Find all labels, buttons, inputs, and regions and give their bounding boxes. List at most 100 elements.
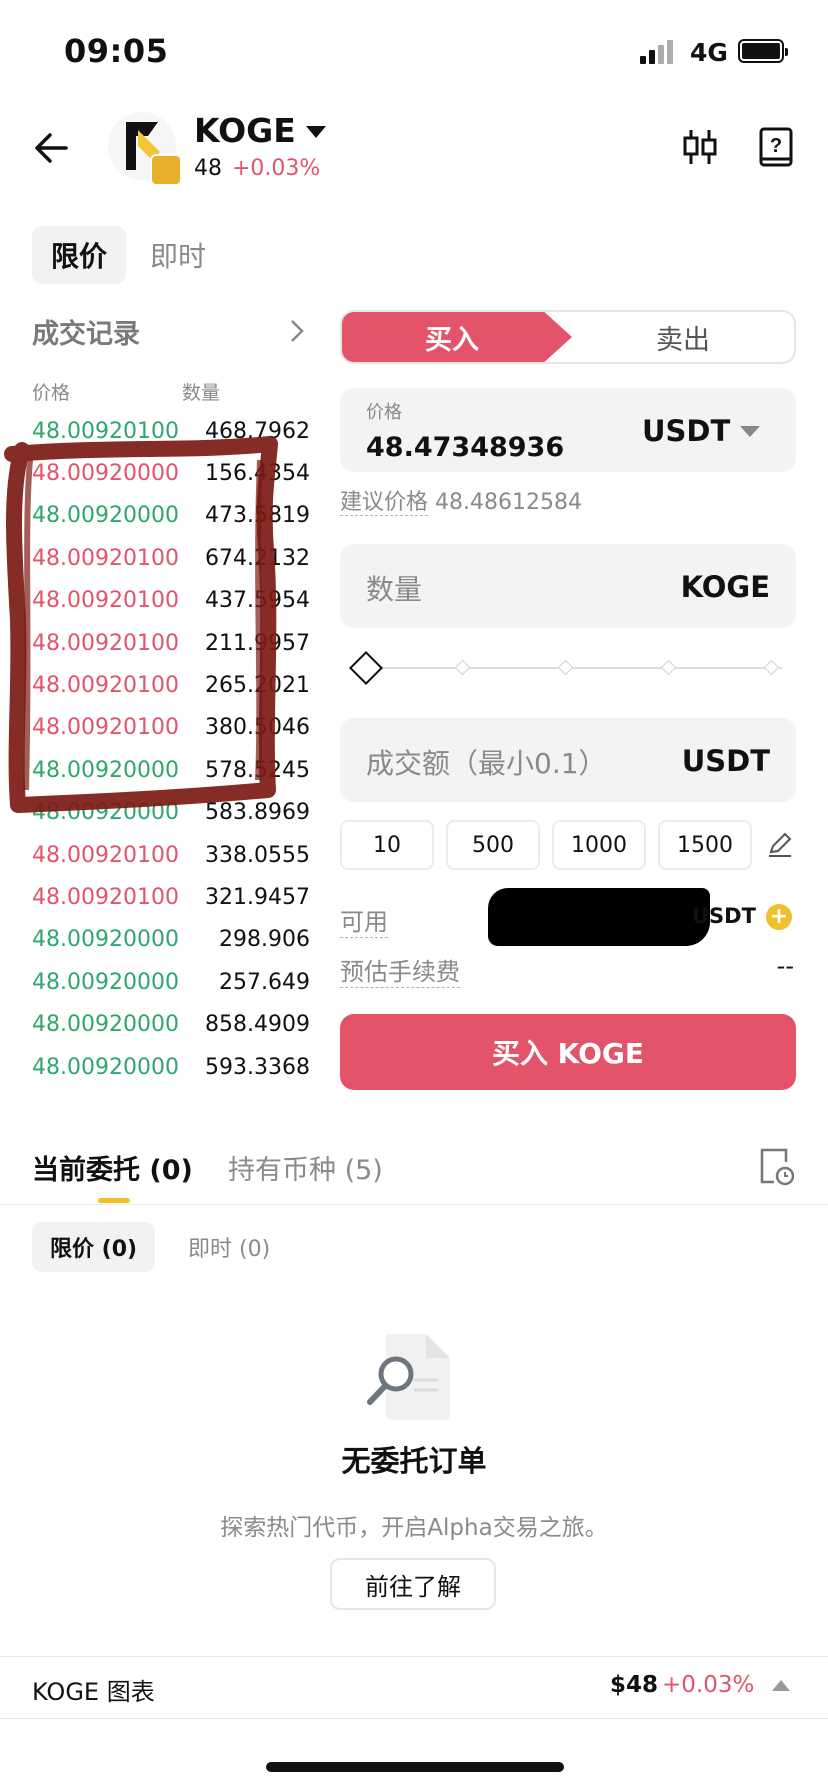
tab-current-orders[interactable]: 当前委托 (0) xyxy=(32,1148,193,1187)
amount-slider[interactable] xyxy=(349,651,786,685)
chart-bar-title[interactable]: KOGE 图表 xyxy=(32,1672,155,1707)
trade-price: 48.00920000 xyxy=(32,969,179,995)
price-field-value[interactable]: 48.47348936 xyxy=(366,432,564,463)
suggested-price[interactable]: 建议价格 48.48612584 xyxy=(340,484,582,516)
sell-tab[interactable]: 卖出 xyxy=(572,312,794,362)
trade-qty: 473.5819 xyxy=(205,503,310,529)
trade-row: 48.00920000 593.3368 xyxy=(32,1046,310,1088)
tab-holdings[interactable]: 持有币种 (5) xyxy=(228,1148,383,1187)
trade-row: 48.00920000 473.5819 xyxy=(32,495,310,537)
chevron-right-icon[interactable] xyxy=(288,318,306,344)
unit-dropdown-icon[interactable] xyxy=(740,426,760,437)
add-funds-icon[interactable]: + xyxy=(766,904,792,930)
empty-orders-description: 探索热门代币，开启Alpha交易之旅。 xyxy=(220,1515,608,1541)
trade-row: 48.00920100 321.9457 xyxy=(32,876,310,918)
suggested-price-value: 48.48612584 xyxy=(435,490,582,515)
trade-row: 48.00920100 211.9957 xyxy=(32,622,310,664)
token-dropdown-icon[interactable] xyxy=(306,126,326,138)
learn-more-button[interactable]: 前往了解 xyxy=(330,1558,496,1610)
trade-row: 48.00920000 583.8969 xyxy=(32,792,310,834)
trade-row: 48.00920000 257.649 xyxy=(32,961,310,1003)
tab-limit[interactable]: 限价 xyxy=(32,226,126,284)
token-price: 48 xyxy=(194,156,222,181)
slider-step-50[interactable] xyxy=(557,659,574,676)
preset-amounts: 10 500 1000 1500 xyxy=(340,820,796,870)
slider-step-100[interactable] xyxy=(763,659,780,676)
total-amount-placeholder: 成交额（最小0.1） xyxy=(366,747,607,780)
subtab-market-orders[interactable]: 即时 (0) xyxy=(188,1222,270,1272)
order-history-icon[interactable] xyxy=(758,1146,794,1186)
available-label: 可用 xyxy=(340,902,388,938)
trade-qty: 437.5954 xyxy=(205,588,310,614)
preset-amount-button[interactable]: 1500 xyxy=(658,820,752,870)
trade-qty: 578.5245 xyxy=(205,757,310,783)
trade-price: 48.00920000 xyxy=(32,461,179,487)
empty-search-document-icon xyxy=(367,1334,450,1420)
trade-row: 48.00920000 858.4909 xyxy=(32,1003,310,1045)
trade-price: 48.00920000 xyxy=(32,800,179,826)
trade-row: 48.00920000 156.4354 xyxy=(32,452,310,494)
trade-qty: 858.4909 xyxy=(205,1012,310,1038)
expand-up-icon[interactable] xyxy=(772,1680,790,1691)
help-book-icon[interactable]: ? xyxy=(758,126,794,168)
chart-bar-change: +0.03% xyxy=(662,1672,755,1698)
trade-price: 48.00920000 xyxy=(32,1012,179,1038)
quantity-unit: KOGE xyxy=(680,570,770,604)
slider-handle[interactable] xyxy=(349,651,383,685)
svg-text:?: ? xyxy=(770,135,782,157)
trade-price: 48.00920100 xyxy=(32,884,179,910)
trade-row: 48.00920100 380.5046 xyxy=(32,707,310,749)
trade-qty: 583.8969 xyxy=(205,800,310,826)
home-indicator[interactable] xyxy=(266,1762,564,1772)
trade-qty: 156.4354 xyxy=(205,461,310,487)
trade-price: 48.00920000 xyxy=(32,1054,179,1080)
tab-market[interactable]: 即时 xyxy=(150,226,206,284)
preset-amount-button[interactable]: 10 xyxy=(340,820,434,870)
trade-row: 48.00920100 265.2021 xyxy=(32,664,310,706)
trade-qty: 265.2021 xyxy=(205,673,310,699)
subtab-limit-orders[interactable]: 限价 (0) xyxy=(32,1222,156,1272)
trade-price: 48.00920100 xyxy=(32,545,179,571)
trade-qty: 338.0555 xyxy=(205,842,310,868)
trade-records-title[interactable]: 成交记录 xyxy=(32,312,140,351)
preset-amount-button[interactable]: 1000 xyxy=(552,820,646,870)
slider-track[interactable] xyxy=(372,667,782,669)
trade-price: 48.00920100 xyxy=(32,588,179,614)
preset-amount-button[interactable]: 500 xyxy=(446,820,540,870)
candlestick-icon[interactable] xyxy=(682,126,718,168)
quantity-input[interactable]: 数量 KOGE xyxy=(340,544,796,628)
empty-orders-title: 无委托订单 xyxy=(341,1444,487,1478)
trade-row: 48.00920000 578.5245 xyxy=(32,749,310,791)
buy-sell-toggle[interactable]: 买入 卖出 xyxy=(340,310,796,364)
trade-row: 48.00920100 674.2132 xyxy=(32,537,310,579)
price-unit[interactable]: USDT xyxy=(642,414,730,448)
trade-qty: 380.5046 xyxy=(205,715,310,741)
battery-icon xyxy=(738,39,788,63)
trade-price: 48.00920100 xyxy=(32,715,179,741)
trade-row: 48.00920100 338.0555 xyxy=(32,834,310,876)
token-name[interactable]: KOGE xyxy=(194,111,296,150)
trade-price: 48.00920100 xyxy=(32,418,179,444)
trade-qty: 674.2132 xyxy=(205,545,310,571)
trade-qty: 298.906 xyxy=(219,927,310,953)
buy-tab[interactable]: 买入 xyxy=(342,312,572,362)
price-input[interactable]: 价格 48.47348936 USDT xyxy=(340,388,796,472)
trade-qty: 321.9457 xyxy=(205,884,310,910)
trade-qty: 468.7962 xyxy=(205,418,310,444)
back-arrow-icon[interactable] xyxy=(30,126,74,170)
col-price-header: 价格 xyxy=(32,382,71,404)
edit-pencil-icon[interactable] xyxy=(766,830,794,858)
trade-price: 48.00920100 xyxy=(32,842,179,868)
slider-step-25[interactable] xyxy=(454,659,471,676)
trade-row: 48.00920100 468.7962 xyxy=(32,410,310,452)
chart-bar-price: $48 xyxy=(610,1672,659,1698)
buy-submit-button[interactable]: 买入 KOGE xyxy=(340,1014,796,1090)
active-tab-indicator xyxy=(98,1198,130,1203)
slider-step-75[interactable] xyxy=(660,659,677,676)
divider xyxy=(0,1718,828,1719)
total-amount-input[interactable]: 成交额（最小0.1） USDT xyxy=(340,718,796,802)
trade-price: 48.00920000 xyxy=(32,503,179,529)
token-change: +0.03% xyxy=(232,156,321,181)
trade-qty: 593.3368 xyxy=(205,1054,310,1080)
trade-qty: 257.649 xyxy=(219,969,310,995)
